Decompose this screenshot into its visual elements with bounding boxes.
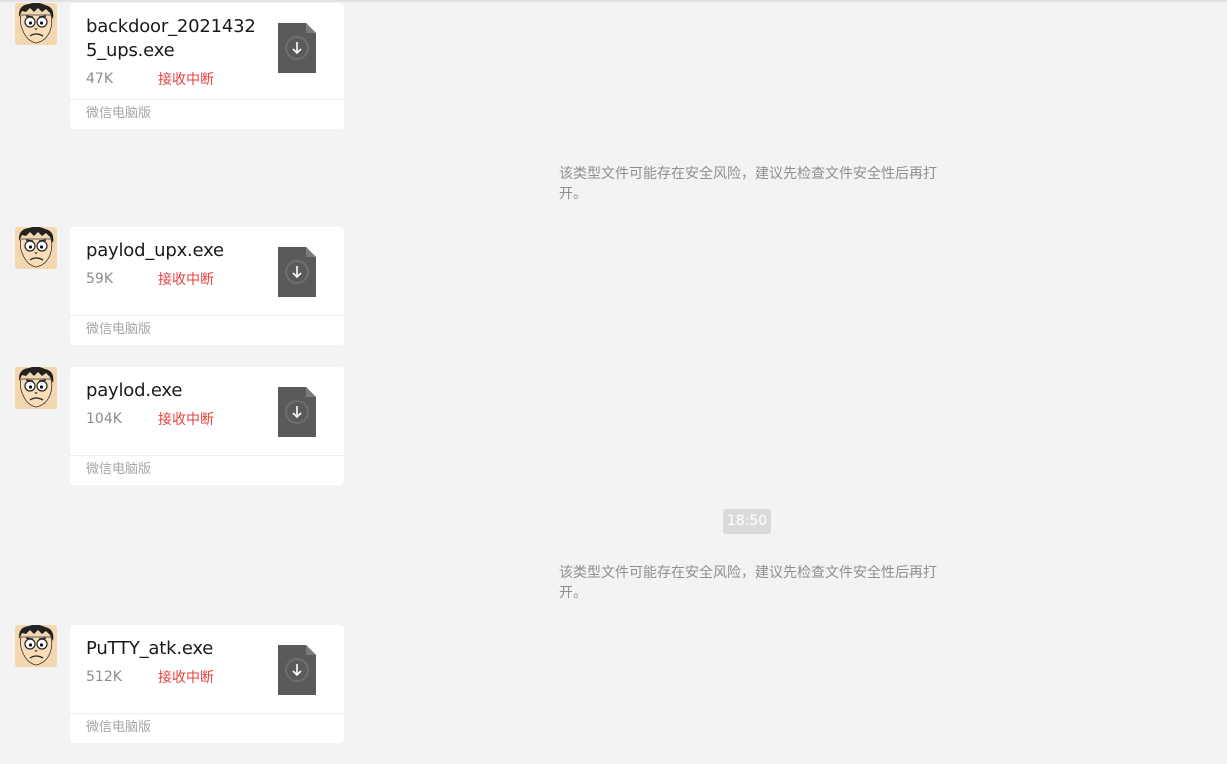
- file-download-icon[interactable]: [278, 247, 316, 297]
- window-top-border: [0, 0, 1227, 2]
- sender-avatar[interactable]: [15, 227, 57, 269]
- source-label: 微信电脑版: [70, 315, 344, 345]
- transfer-status: 接收中断: [158, 412, 214, 428]
- file-download-icon[interactable]: [278, 387, 316, 437]
- source-label: 微信电脑版: [70, 99, 344, 129]
- file-message-card[interactable]: paylod_upx.exe 59K 接收中断 微信电脑版: [70, 227, 344, 345]
- file-name: PuTTY_atk.exe: [86, 638, 214, 659]
- file-name: paylod_upx.exe: [86, 240, 224, 261]
- file-size: 512K: [86, 669, 122, 685]
- cartoon-face-icon: [15, 367, 57, 409]
- file-download-icon[interactable]: [278, 645, 316, 695]
- file-size: 47K: [86, 71, 113, 87]
- file-message-card[interactable]: PuTTY_atk.exe 512K 接收中断 微信电脑版: [70, 625, 344, 743]
- timestamp-badge: 18:50: [723, 509, 771, 534]
- file-size: 59K: [86, 271, 113, 287]
- file-download-icon[interactable]: [278, 23, 316, 73]
- source-label: 微信电脑版: [70, 713, 344, 743]
- file-message-card[interactable]: paylod.exe 104K 接收中断 微信电脑版: [70, 367, 344, 485]
- transfer-status: 接收中断: [158, 670, 214, 686]
- sender-avatar[interactable]: [15, 3, 57, 45]
- security-warning-notice: 该类型文件可能存在安全风险，建议先检查文件安全性后再打开。: [559, 166, 937, 202]
- transfer-status: 接收中断: [158, 72, 214, 88]
- cartoon-face-icon: [15, 3, 57, 45]
- source-label: 微信电脑版: [70, 455, 344, 485]
- file-message-card[interactable]: backdoor_20214325_ups.exe 47K 接收中断 微信电脑版: [70, 3, 344, 129]
- cartoon-face-icon: [15, 227, 57, 269]
- security-warning-notice: 该类型文件可能存在安全风险，建议先检查文件安全性后再打开。: [559, 565, 937, 601]
- transfer-status: 接收中断: [158, 272, 214, 288]
- file-name: paylod.exe: [86, 380, 183, 401]
- sender-avatar[interactable]: [15, 367, 57, 409]
- sender-avatar[interactable]: [15, 625, 57, 667]
- cartoon-face-icon: [15, 625, 57, 667]
- file-name: backdoor_20214325_ups.exe: [86, 16, 256, 61]
- file-size: 104K: [86, 411, 122, 427]
